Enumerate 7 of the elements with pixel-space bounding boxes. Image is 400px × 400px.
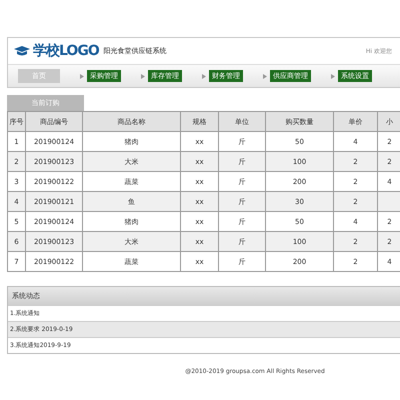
logo-text: 学校LOGO bbox=[33, 42, 99, 60]
arrow-icon bbox=[141, 74, 145, 78]
arrow-icon bbox=[202, 74, 206, 78]
arrow-icon bbox=[263, 74, 267, 78]
graduation-cap-icon bbox=[14, 46, 30, 56]
arrow-icon bbox=[331, 74, 335, 78]
arrow-icon bbox=[80, 74, 84, 78]
